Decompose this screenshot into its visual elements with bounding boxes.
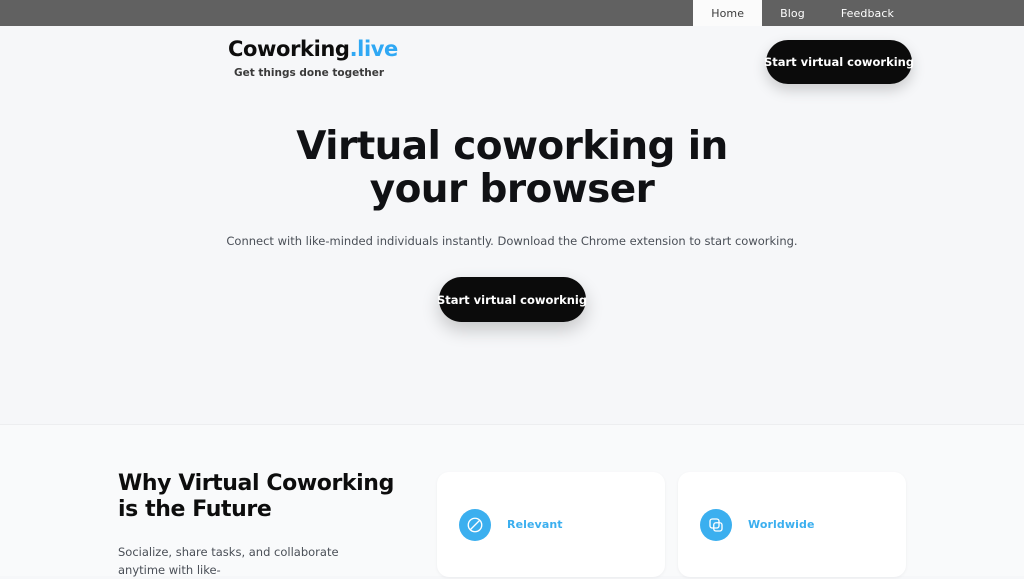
hero-start-coworking-label: Start virtual coworknig: [436, 292, 588, 307]
feature-card-relevant[interactable]: Relevant: [437, 472, 665, 577]
features-inner: Why Virtual Coworking is the Future Soci…: [0, 425, 1024, 579]
brand-logo[interactable]: Coworking.live Get things done together: [228, 37, 398, 80]
features-heading: Why Virtual Coworking is the Future: [118, 471, 394, 523]
brand-name: Coworking.live: [228, 37, 398, 61]
hero: Virtual coworking in your browser Connec…: [0, 124, 1024, 323]
browser-tab-strip: Home Blog Feedback: [0, 0, 1024, 26]
feature-card-worldwide-label: Worldwide: [748, 518, 815, 531]
header-start-coworking-label: Start virtual coworking: [763, 55, 915, 69]
browser-tab-feedback-label: Feedback: [840, 6, 894, 20]
features-body-text: Socialize, share tasks, and collaborate …: [118, 544, 339, 577]
browser-tab-blog-label: Blog: [780, 6, 805, 20]
browser-tab-home[interactable]: Home: [693, 0, 763, 26]
brand-name-primary: Coworking: [228, 37, 350, 61]
brand-name-accent: .live: [349, 37, 399, 61]
features-section: Why Virtual Coworking is the Future Soci…: [0, 424, 1024, 579]
compass-icon: [459, 508, 491, 541]
page-content: Coworking.live Get things done together …: [0, 26, 1024, 579]
hero-section: Coworking.live Get things done together …: [0, 26, 1024, 424]
feature-card-relevant-label: Relevant: [507, 518, 563, 531]
browser-tab-home-label: Home: [711, 6, 745, 20]
site-header: Coworking.live Get things done together …: [0, 26, 1024, 104]
feature-card-list: Relevant Worldwide: [437, 472, 906, 577]
browser-tab-feedback[interactable]: Feedback: [823, 0, 912, 26]
hero-title: Virtual coworking in your browser: [296, 124, 728, 212]
hero-subtitle: Connect with like-minded individuals ins…: [226, 234, 798, 248]
hero-start-coworking-button[interactable]: Start virtual coworknig: [436, 277, 588, 323]
feature-card-worldwide[interactable]: Worldwide: [678, 472, 906, 577]
features-heading-block: Why Virtual Coworking is the Future Soci…: [118, 471, 408, 579]
header-start-coworking-button[interactable]: Start virtual coworking: [763, 40, 915, 84]
brand-tagline: Get things done together: [233, 67, 385, 80]
layers-icon: [700, 508, 732, 541]
browser-tab-blog[interactable]: Blog: [762, 0, 823, 26]
